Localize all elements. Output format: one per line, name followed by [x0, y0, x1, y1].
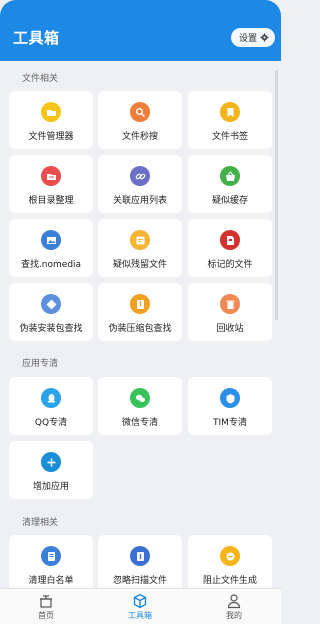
nav-item-home-box[interactable]: 首页: [16, 593, 76, 621]
tool-card-label: 增加应用: [32, 482, 69, 492]
tool-card-label: 疑似残留文件: [112, 260, 167, 270]
link-icon: [130, 166, 150, 186]
nav-item-label: 首页: [38, 611, 54, 620]
diamond-icon: [41, 294, 61, 314]
basket-icon: [220, 166, 240, 186]
qq-icon: [41, 388, 61, 408]
nav-item-label: 工具箱: [128, 611, 152, 620]
tool-card-trash[interactable]: 回收站: [188, 283, 272, 341]
page-title: 工具箱: [13, 29, 60, 47]
tool-card-basket[interactable]: 疑似缓存: [188, 155, 272, 213]
tool-card-label: QQ专清: [34, 418, 68, 428]
app-header: 工具箱 设置: [0, 0, 281, 61]
tool-card-file-residue[interactable]: 疑似残留文件: [98, 219, 182, 277]
flag-file-icon: [220, 230, 240, 250]
tool-card-folder-sort[interactable]: 根目录整理: [9, 155, 93, 213]
block-icon: [220, 546, 240, 566]
tool-card-label: 回收站: [216, 324, 244, 334]
nav-item-toolbox-cube[interactable]: 工具箱: [110, 593, 170, 621]
file-residue-icon: [130, 230, 150, 250]
tool-card-link[interactable]: 关联应用列表: [98, 155, 182, 213]
section-title: 清理相关: [22, 518, 59, 528]
tim-icon: [220, 388, 240, 408]
plus-icon: [41, 452, 61, 472]
tool-card-label: 根目录整理: [28, 196, 74, 206]
tool-card-label: 文件管理器: [28, 132, 74, 142]
tool-card-label: TIM专清: [213, 418, 247, 428]
search-icon: [130, 102, 150, 122]
tool-card-diamond[interactable]: 伪装安装包查找: [9, 283, 93, 341]
tool-card-label: 标记的文件: [207, 260, 253, 270]
tool-card-whitelist[interactable]: 清理白名单: [9, 535, 93, 593]
ignore-file-icon: [130, 546, 150, 566]
tool-card-label: 忽略扫描文件: [112, 576, 167, 586]
settings-button[interactable]: 设置: [230, 28, 275, 47]
whitelist-icon: [41, 546, 61, 566]
tool-card-image[interactable]: 查找.nomedia: [9, 219, 93, 277]
tool-card-search[interactable]: 文件秒搜: [98, 91, 182, 149]
tool-card-label: 文件书签: [211, 132, 248, 142]
tool-card-wechat[interactable]: 微信专清: [98, 377, 182, 435]
gear-icon: [260, 33, 269, 42]
tool-card-label: 伪装压缩包查找: [108, 324, 172, 334]
tool-card-label: 清理白名单: [28, 576, 74, 586]
folder-icon: [41, 102, 61, 122]
section-title: 应用专清: [22, 359, 59, 369]
wechat-icon: [130, 388, 150, 408]
toolbox-cube-icon: [133, 593, 147, 609]
tool-card-label: 文件秒搜: [121, 132, 158, 142]
scrollbar[interactable]: [275, 70, 278, 320]
tool-card-label: 疑似缓存: [211, 196, 248, 206]
bottom-nav: 首页 工具箱 我的: [0, 588, 281, 624]
settings-label: 设置: [238, 34, 257, 44]
person-icon: [227, 594, 241, 609]
tool-card-qq[interactable]: QQ专清: [9, 377, 93, 435]
tool-card-ignore-file[interactable]: 忽略扫描文件: [98, 535, 182, 593]
nav-item-person[interactable]: 我的: [204, 593, 264, 621]
tool-card-bookmark[interactable]: 文件书签: [188, 91, 272, 149]
tool-card-label: 查找.nomedia: [20, 260, 82, 270]
tool-card-tim[interactable]: TIM专清: [188, 377, 272, 435]
folder-sort-icon: [41, 166, 61, 186]
tool-card-folder[interactable]: 文件管理器: [9, 91, 93, 149]
tool-card-label: 阻止文件生成: [202, 576, 257, 586]
tool-card-plus[interactable]: 增加应用: [9, 441, 93, 499]
home-box-icon: [40, 595, 52, 608]
nav-item-label: 我的: [226, 611, 242, 620]
tool-card-flag-file[interactable]: 标记的文件: [188, 219, 272, 277]
tool-card-block[interactable]: 阻止文件生成: [188, 535, 272, 593]
tool-card-zip[interactable]: 伪装压缩包查找: [98, 283, 182, 341]
image-icon: [41, 230, 61, 250]
zip-icon: [130, 294, 150, 314]
tool-card-label: 伪装安装包查找: [19, 324, 83, 334]
bookmark-icon: [220, 102, 240, 122]
section-title: 文件相关: [22, 74, 59, 84]
tool-card-label: 关联应用列表: [112, 196, 167, 206]
tool-card-label: 微信专清: [121, 418, 158, 428]
trash-icon: [220, 294, 240, 314]
